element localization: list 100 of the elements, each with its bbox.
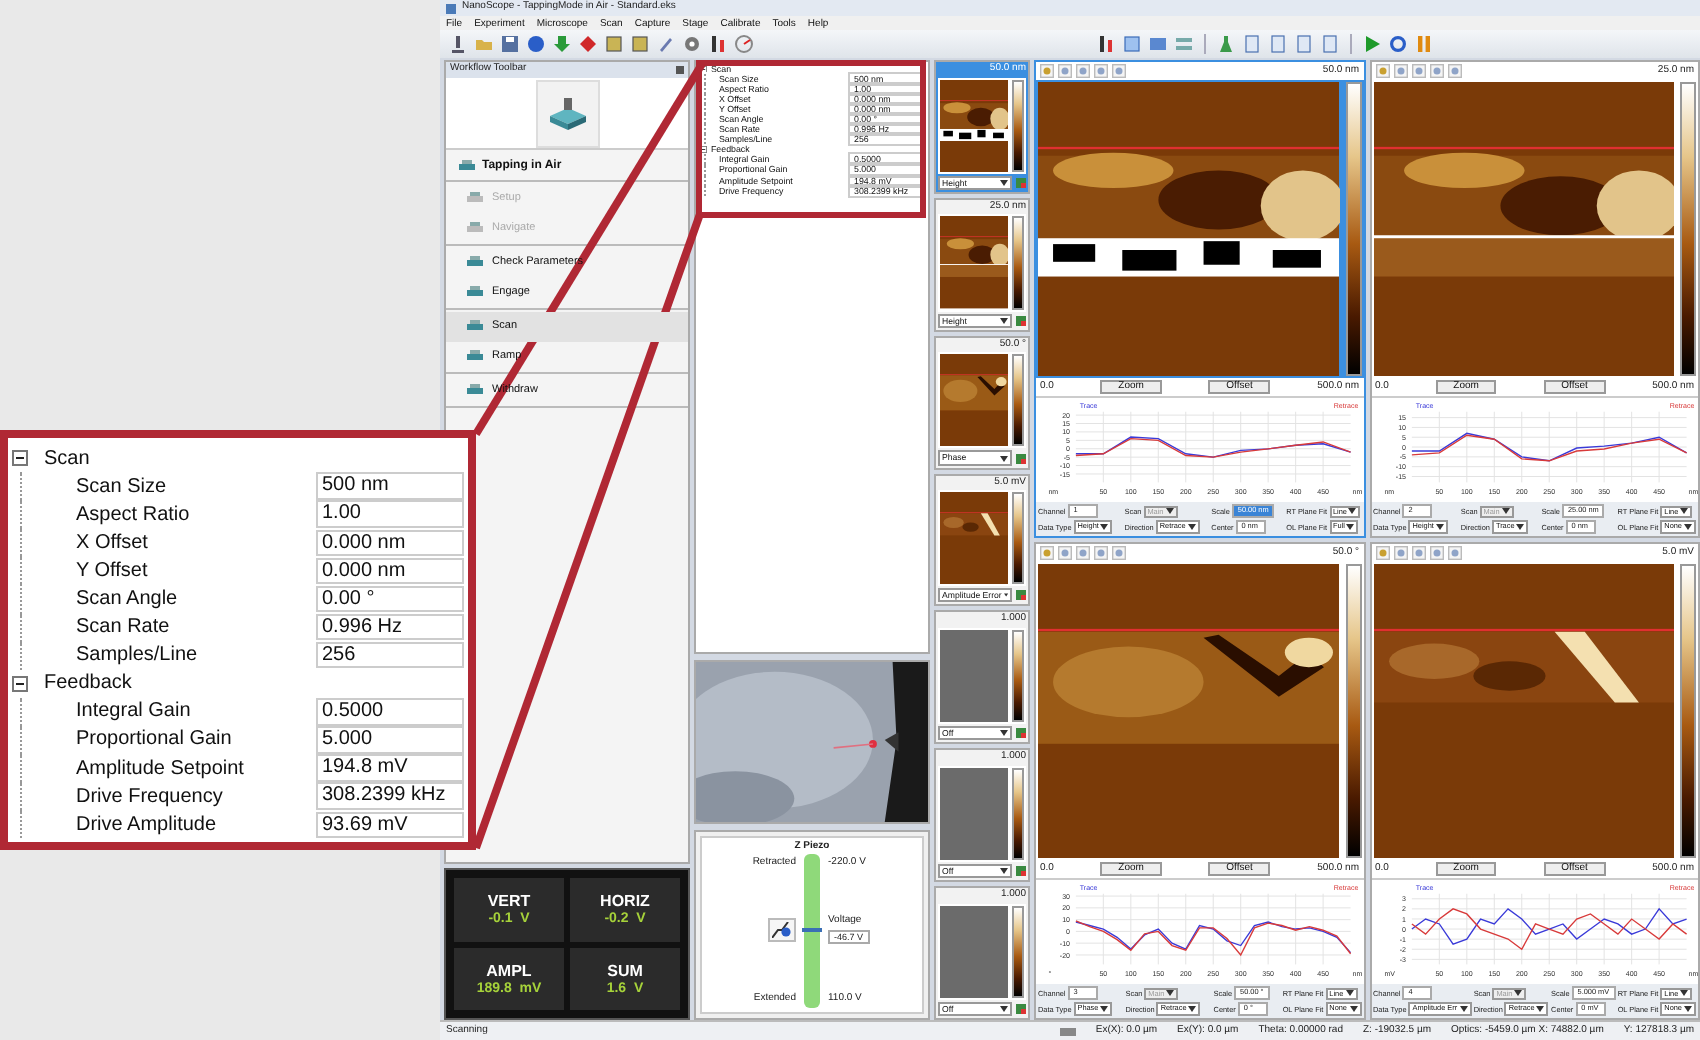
app-icon [446,3,456,13]
meter-label: HORIZ [600,892,650,911]
color-scale-bar [1012,216,1024,310]
zoom-icon[interactable] [1447,64,1461,78]
caret-icon [1000,455,1008,461]
parameter-label: Amplitude Setpoint [76,757,246,780]
hand-icon[interactable] [1058,546,1072,560]
parameter-value[interactable]: 0.000 nm [316,529,464,557]
parameter-label: Y Offset [76,559,150,582]
zoom-out-icon[interactable] [1429,64,1443,78]
palette-icon[interactable] [1016,866,1026,877]
gear-icon[interactable] [682,34,702,54]
caret-icon [1166,990,1175,997]
play-icon[interactable] [1362,34,1382,54]
zoom-out-icon[interactable] [1094,64,1108,78]
hand-icon[interactable] [1393,546,1407,560]
caret-icon [1000,868,1008,875]
parameter-value[interactable]: 0.5000 [316,698,464,726]
color-scale-bar [1012,492,1024,585]
caret-icon [1435,524,1444,531]
zoom-out-icon[interactable] [1094,546,1108,560]
pen-icon[interactable] [1375,64,1389,78]
zoom-out-icon[interactable] [1429,546,1443,560]
collapse-icon[interactable] [12,450,28,467]
caret-icon [1000,317,1008,324]
color-scale-bar [1012,905,1024,998]
pen-icon[interactable] [1375,546,1389,560]
pen-icon[interactable] [656,34,676,54]
caret-icon [1349,1006,1357,1013]
caret-icon [1000,179,1008,186]
bars-icon[interactable] [708,34,728,54]
parameter-value[interactable]: 308.2399 kHz [316,782,464,810]
parameter-value[interactable]: 5.000 [316,726,464,754]
refresh-icon[interactable] [1388,34,1408,54]
gauge-icon[interactable] [734,34,754,54]
blank-preview [940,767,1008,860]
blank-preview [940,629,1008,723]
window-icon[interactable] [1148,34,1168,54]
parameter-label: Samples/Line [76,644,200,667]
color-scale-bar [1012,767,1024,860]
parameter-label: Scan Size [76,475,169,498]
meter-label: AMPL [486,961,532,980]
caret-icon [1003,592,1008,599]
hand-icon[interactable] [1058,64,1072,78]
parameter-value[interactable]: 0.00 ° [316,585,464,613]
parameter-value[interactable]: 0.996 Hz [316,613,464,641]
group-label: Feedback [44,672,134,695]
arrow-down-icon[interactable] [552,34,572,54]
zoom-in-icon[interactable] [1076,64,1090,78]
zoom-icon[interactable] [1112,546,1126,560]
pause-icon[interactable] [1414,34,1434,54]
caret-icon [1100,1006,1109,1013]
zoom-in-icon[interactable] [1411,546,1425,560]
caret-icon [1165,508,1174,515]
meter-label: VERT [487,892,531,911]
parameter-label: Proportional Gain [76,728,234,751]
caret-icon [1000,1005,1008,1012]
blank-preview [940,905,1008,998]
save-icon[interactable] [500,34,520,54]
palette-icon[interactable] [1016,1003,1026,1014]
bars-icon[interactable] [1096,34,1116,54]
stack-icon[interactable] [1174,34,1194,54]
parameter-label: Drive Frequency [76,785,225,808]
pen-icon[interactable] [1040,64,1054,78]
caret-icon [1536,1006,1545,1013]
caret-icon [1000,730,1008,737]
hand-icon[interactable] [1393,64,1407,78]
collapse-icon[interactable] [700,146,707,154]
caret-icon [1514,990,1523,997]
pen-icon[interactable] [1040,546,1054,560]
microscope-icon[interactable] [448,34,468,54]
parameter-value[interactable]: 500 nm [316,472,464,500]
zoom-in-icon[interactable] [1076,546,1090,560]
parameter-label: Scan Angle [76,588,180,611]
square-icon[interactable] [630,34,650,54]
parameter-label: Scan Rate [76,616,172,639]
diamond-icon[interactable] [578,34,598,54]
parameter-value[interactable]: 194.8 mV [316,754,464,782]
palette-icon[interactable] [1016,590,1026,601]
palette-icon[interactable] [1016,728,1026,739]
zoom-in-icon[interactable] [1411,64,1425,78]
gear-icon [772,922,792,939]
settings-button[interactable] [768,918,796,943]
parameter-value[interactable]: 0.000 nm [316,557,464,585]
square-icon[interactable] [604,34,624,54]
palette-icon[interactable] [1016,453,1026,463]
zoom-icon[interactable] [1112,64,1126,78]
color-scale-bar [1012,629,1024,723]
help-icon[interactable] [526,34,546,54]
parameter-value[interactable]: 93.69 mV [316,811,464,839]
flask-icon[interactable] [1216,34,1236,54]
group-label: Scan [44,447,92,470]
palette-icon[interactable] [1016,315,1026,326]
parameter-value[interactable]: 256 [316,641,464,669]
scanner-stage-icon [545,95,589,131]
parameter-value[interactable]: 1.00 [316,500,464,528]
collapse-icon[interactable] [12,675,28,692]
caret-icon [1684,1006,1692,1013]
zoom-icon[interactable] [1447,546,1461,560]
caret-icon [1459,1006,1468,1013]
